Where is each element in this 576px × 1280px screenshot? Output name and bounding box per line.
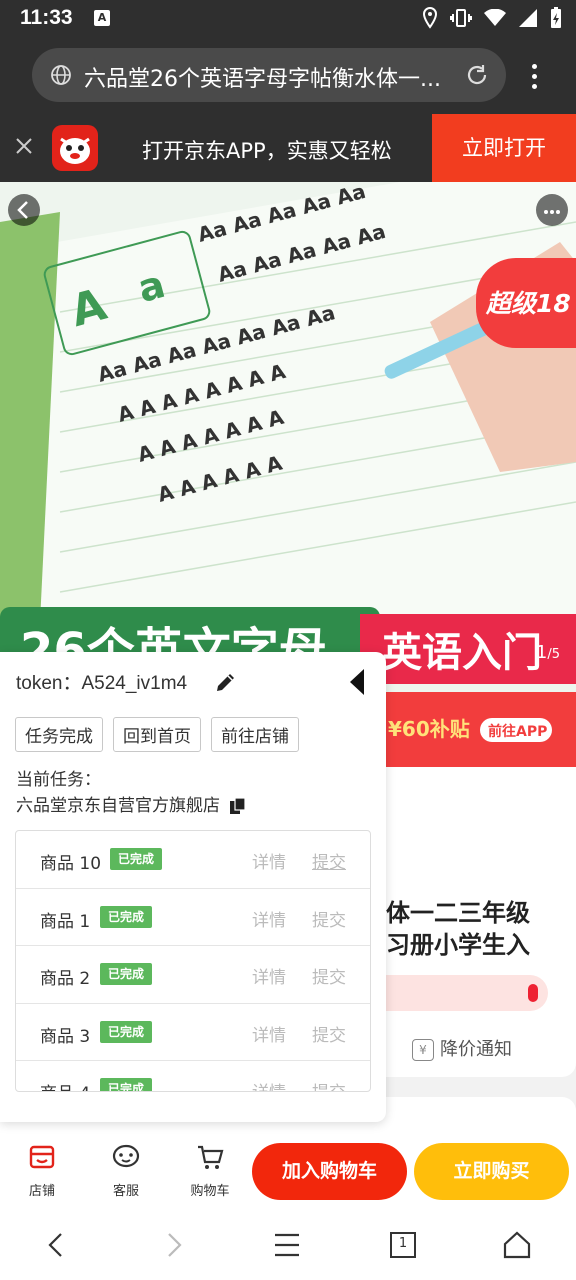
- list-item: 商品 1 已完成 详情 提交: [16, 889, 370, 946]
- price-tag-icon: ¥: [412, 1039, 434, 1061]
- service-button[interactable]: 客服: [96, 1142, 156, 1199]
- open-app-button[interactable]: 立即打开: [432, 114, 576, 182]
- cart-button[interactable]: 购物车: [180, 1142, 240, 1199]
- service-icon: [112, 1144, 140, 1168]
- submit-link[interactable]: 提交: [312, 1078, 346, 1091]
- status-icons: [422, 6, 562, 30]
- status-badge: 已完成: [100, 1020, 153, 1043]
- detail-link[interactable]: 详情: [252, 1021, 286, 1046]
- page-current: 1: [535, 642, 548, 663]
- token-row: token：A524_iv1m4: [16, 668, 187, 695]
- token-label: token：: [16, 673, 82, 694]
- buy-now-button[interactable]: 立即购买: [414, 1143, 569, 1200]
- product-title[interactable]: 体一二三年级 习册小学生入: [386, 897, 530, 961]
- nav-forward-icon[interactable]: [158, 1230, 188, 1260]
- promo-progress-bar: [386, 975, 548, 1011]
- item-name: 商品 3: [40, 1026, 91, 1047]
- task-complete-button[interactable]: 任务完成: [15, 717, 103, 752]
- url-bar[interactable]: 六品堂26个英语字母字帖衡水体一...: [32, 48, 506, 102]
- bottom-action-bar: 店铺 客服 购物车 加入购物车 立即购买: [0, 1132, 576, 1210]
- task-panel: token：A524_iv1m4 任务完成 回到首页 前往店铺 当前任务： 六品…: [0, 652, 386, 1122]
- banner-text: 打开京东APP，实惠又轻松: [142, 139, 392, 163]
- promo-badge: 超级18: [476, 258, 576, 348]
- svg-text:前往APP: 前往APP: [488, 723, 547, 740]
- system-nav-bar: 1: [0, 1210, 576, 1280]
- browser-menu-icon[interactable]: [522, 62, 546, 89]
- globe-icon: [51, 65, 71, 85]
- go-store-button[interactable]: 前往店铺: [211, 717, 299, 752]
- task-name-text: 六品堂京东自营官方旗舰店: [16, 796, 220, 816]
- open-app-banner: 打开京东APP，实惠又轻松 立即打开: [0, 114, 576, 182]
- reload-icon[interactable]: [464, 62, 490, 88]
- list-item: 商品 10 已完成 详情 提交: [16, 831, 370, 889]
- item-name: 商品 1: [40, 911, 91, 932]
- status-badge: 已完成: [100, 905, 153, 928]
- back-button[interactable]: [8, 194, 40, 226]
- nav-menu-icon[interactable]: [272, 1230, 302, 1260]
- svg-text:¥60补贴: ¥60补贴: [388, 717, 470, 741]
- submit-link[interactable]: 提交: [312, 963, 346, 988]
- tab-count: 1: [398, 1236, 408, 1251]
- nav-back-icon[interactable]: [42, 1230, 72, 1260]
- price-notice-button[interactable]: ¥ 降价通知: [412, 1035, 512, 1061]
- more-button[interactable]: [536, 194, 568, 226]
- browser-toolbar: 六品堂26个英语字母字帖衡水体一...: [0, 36, 576, 114]
- store-button[interactable]: 店铺: [12, 1142, 72, 1199]
- jd-logo: [52, 125, 98, 171]
- detail-link[interactable]: 详情: [252, 848, 286, 873]
- status-badge: 已完成: [100, 963, 153, 985]
- detail-link[interactable]: 详情: [252, 963, 286, 988]
- product-task-list[interactable]: 商品 10 已完成 详情 提交 商品 1 已完成 详情 提交 商品 2 已完成 …: [15, 830, 371, 1092]
- current-task-name: 六品堂京东自营官方旗舰店: [16, 791, 247, 816]
- product-title-line1: 体一二三年级: [386, 899, 530, 927]
- store-icon: [29, 1145, 55, 1169]
- submit-link[interactable]: 提交: [312, 848, 346, 873]
- status-badge: 已完成: [110, 848, 163, 870]
- vibrate-icon: [450, 9, 472, 27]
- status-bar: 11:33 A: [0, 0, 576, 36]
- list-item: 商品 4 已完成 详情 提交: [16, 1061, 370, 1091]
- item-name: 商品 4: [40, 1079, 90, 1091]
- item-name: 商品 2: [40, 969, 91, 989]
- cart-icon: [198, 1145, 224, 1169]
- image-page-indicator: 1/5: [536, 642, 560, 663]
- service-label: 客服: [112, 1184, 139, 1199]
- detail-link[interactable]: 详情: [252, 1078, 286, 1091]
- battery-icon: [551, 7, 561, 28]
- list-item: 商品 3 已完成 详情 提交: [16, 1004, 370, 1061]
- cart-label: 购物车: [190, 1184, 230, 1199]
- nav-tabs-button[interactable]: 1: [388, 1230, 418, 1260]
- location-icon: [422, 7, 438, 29]
- wifi-icon: [484, 9, 506, 26]
- submit-link[interactable]: 提交: [312, 906, 346, 931]
- copy-icon[interactable]: [229, 797, 247, 815]
- panel-actions: 任务完成 回到首页 前往店铺: [15, 717, 299, 752]
- svg-text:英语入门: 英语入门: [382, 630, 542, 676]
- item-name: 商品 10: [40, 854, 102, 874]
- edit-icon[interactable]: [214, 670, 238, 694]
- status-badge: 已完成: [100, 1078, 153, 1091]
- store-label: 店铺: [28, 1184, 55, 1199]
- nav-home-icon[interactable]: [502, 1230, 532, 1260]
- collapse-panel-icon[interactable]: [348, 668, 366, 696]
- notification-a-icon: A: [94, 10, 110, 26]
- list-item: 商品 2 已完成 详情 提交: [16, 946, 370, 1004]
- product-title-line2: 习册小学生入: [386, 931, 530, 959]
- page-total: /5: [547, 647, 560, 662]
- current-task-label: 当前任务：: [16, 770, 101, 790]
- url-text: 六品堂26个英语字母字帖衡水体一...: [84, 67, 441, 92]
- submit-link[interactable]: 提交: [312, 1021, 346, 1046]
- detail-link[interactable]: 详情: [252, 906, 286, 931]
- add-to-cart-button[interactable]: 加入购物车: [252, 1143, 407, 1200]
- status-time: 11:33: [20, 6, 73, 29]
- token-value: A524_iv1m4: [81, 673, 188, 694]
- close-icon[interactable]: [14, 136, 34, 156]
- price-notice-label: 降价通知: [440, 1039, 512, 1060]
- back-home-button[interactable]: 回到首页: [113, 717, 201, 752]
- signal-icon: [519, 9, 537, 27]
